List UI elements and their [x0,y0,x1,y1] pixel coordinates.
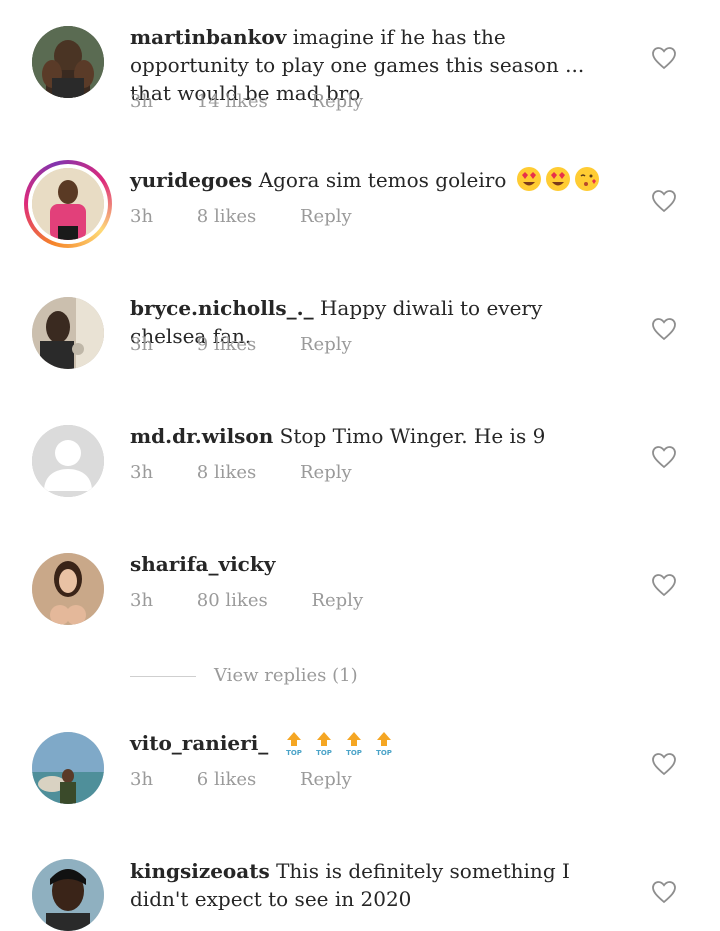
comment-likes[interactable]: 6 likes [197,768,256,792]
avatar[interactable] [32,425,104,497]
comment-text: yuridegoes Agora sim temos goleiro [130,166,620,194]
comment-time: 3h [130,206,154,227]
comment-username[interactable]: kingsizeoats [130,859,270,883]
avatar-image [32,553,104,625]
avatar-image [32,26,104,98]
comment-likes[interactable]: 9 likes [197,333,256,357]
view-replies-label: View replies (1) [214,665,358,686]
comment-body: Stop Timo Winger. He is 9 [279,424,546,448]
reply-button[interactable]: Reply [311,589,363,613]
top-emoji: TOP [313,730,335,758]
like-heart-icon[interactable] [651,189,677,213]
top-emoji: TOP [373,730,395,758]
reply-button[interactable]: Reply [311,90,363,114]
kissing-heart-emoji [574,166,600,192]
avatar[interactable] [32,297,104,369]
svg-text:TOP: TOP [286,749,302,757]
comment-text: kingsizeoats This is definitely somethin… [130,857,620,913]
avatar[interactable] [32,859,104,931]
story-ring[interactable] [24,160,112,248]
comment-meta: 3h 8 likes Reply [130,461,352,485]
comment-username[interactable]: md.dr.wilson [130,424,273,448]
comment-likes[interactable]: 80 likes [197,589,268,613]
like-heart-icon[interactable] [651,573,677,597]
svg-text:TOP: TOP [346,749,362,757]
comment-text: md.dr.wilson Stop Timo Winger. He is 9 [130,422,620,450]
avatar[interactable] [32,553,104,625]
avatar[interactable] [32,168,104,240]
heart-eyes-emoji [545,166,571,192]
avatar-image [32,732,104,804]
reply-button[interactable]: Reply [300,768,352,792]
avatar-image [32,168,104,240]
comment-time: 3h [130,334,154,355]
like-heart-icon[interactable] [651,445,677,469]
comment-username[interactable]: bryce.nicholls_._ [130,296,314,320]
comment-username[interactable]: martinbankov [130,25,286,49]
comment-text: sharifa_vicky [130,550,620,578]
like-heart-icon[interactable] [651,46,677,70]
top-emoji: TOP [283,730,305,758]
comment-time: 3h [130,769,154,790]
svg-text:TOP: TOP [376,749,392,757]
view-replies-button[interactable]: View replies (1) [130,664,358,688]
svg-text:TOP: TOP [316,749,332,757]
comment-username[interactable]: yuridegoes [130,168,252,192]
like-heart-icon[interactable] [651,752,677,776]
default-avatar-icon [32,425,104,497]
comment-likes[interactable]: 8 likes [197,461,256,485]
comment-meta: 3h 9 likes Reply [130,333,352,357]
comment-likes[interactable]: 8 likes [197,205,256,229]
avatar[interactable] [32,732,104,804]
like-heart-icon[interactable] [651,880,677,904]
comment-body: Agora sim temos goleiro [258,168,507,192]
reply-button[interactable]: Reply [300,461,352,485]
comment-time: 3h [130,462,154,483]
avatar-image [32,859,104,931]
comment-meta: 3h 6 likes Reply [130,768,352,792]
comment-time: 3h [130,91,154,112]
heart-eyes-emoji [516,166,542,192]
top-emoji: TOP [343,730,365,758]
comment-username[interactable]: sharifa_vicky [130,552,275,576]
comment-username[interactable]: vito_ranieri_ [130,731,268,755]
avatar-image [32,297,104,369]
reply-button[interactable]: Reply [300,333,352,357]
comment-meta: 3h 8 likes Reply [130,205,352,229]
avatar[interactable] [32,26,104,98]
comment-meta: 3h 14 likes Reply [130,90,363,114]
comment-meta: 3h 80 likes Reply [130,589,363,613]
reply-button[interactable]: Reply [300,205,352,229]
view-replies-divider [130,675,196,677]
comment-likes[interactable]: 14 likes [197,90,268,114]
like-heart-icon[interactable] [651,317,677,341]
comment-time: 3h [130,590,154,611]
comment-text: vito_ranieri_ TOP TOP TOP TOP [130,729,620,758]
